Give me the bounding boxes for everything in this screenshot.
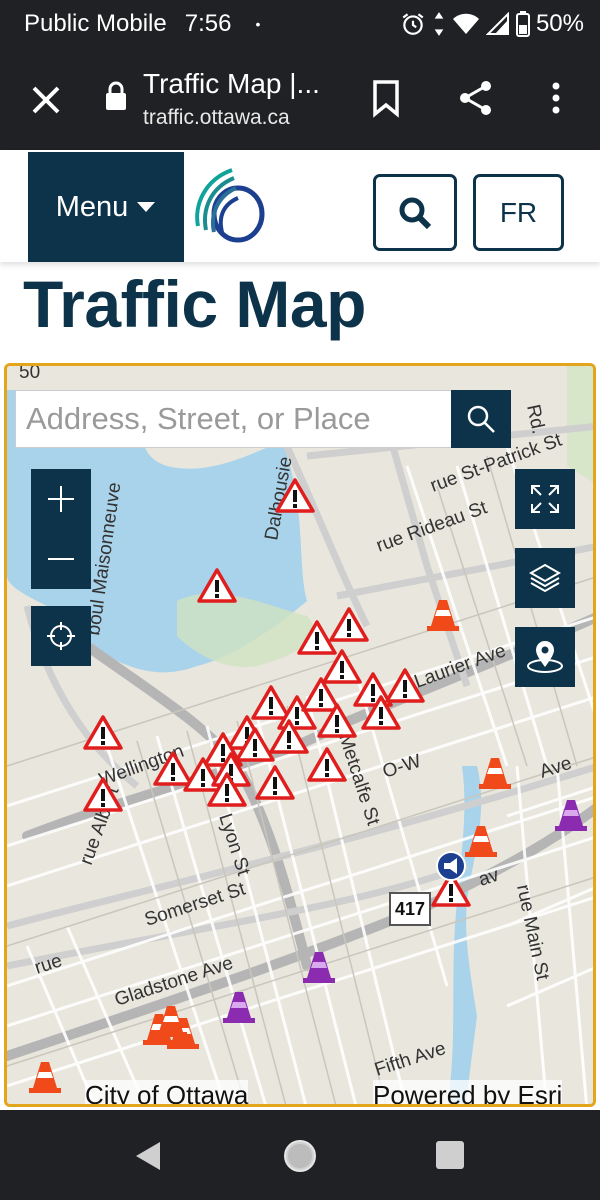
lock-icon[interactable] bbox=[104, 80, 128, 112]
expand-icon bbox=[531, 485, 559, 513]
city-of-ottawa-logo[interactable] bbox=[190, 166, 270, 248]
menu-label: Menu bbox=[55, 190, 129, 223]
site-header: Menu FR bbox=[0, 150, 600, 262]
caret-down-icon bbox=[137, 202, 156, 212]
warning-marker[interactable] bbox=[83, 715, 123, 750]
back-icon[interactable] bbox=[132, 1140, 164, 1172]
purple-cone-marker[interactable] bbox=[303, 952, 335, 983]
system-navigation-bar bbox=[0, 1110, 600, 1200]
fullscreen-button[interactable] bbox=[515, 469, 575, 529]
menu-button[interactable]: Menu bbox=[28, 152, 184, 262]
locate-me-button[interactable] bbox=[31, 606, 91, 666]
cell-signal-icon bbox=[485, 12, 509, 35]
warning-markers[interactable] bbox=[83, 478, 471, 907]
map-search-button[interactable] bbox=[451, 390, 511, 448]
battery-icon bbox=[515, 11, 530, 37]
wifi-icon bbox=[452, 13, 479, 34]
layers-icon bbox=[528, 563, 562, 593]
purple-cone-marker[interactable] bbox=[223, 992, 255, 1023]
url-text[interactable]: traffic.ottawa.ca bbox=[143, 106, 290, 130]
construction-cone-marker[interactable] bbox=[427, 600, 459, 631]
warning-marker[interactable] bbox=[307, 747, 347, 782]
location-pin-button[interactable] bbox=[515, 627, 575, 687]
battery-percent: 50% bbox=[535, 10, 584, 37]
warning-marker[interactable] bbox=[251, 685, 291, 720]
zoom-in-button[interactable] bbox=[31, 469, 91, 529]
construction-cone-marker[interactable] bbox=[479, 758, 511, 789]
map-attribution-esri[interactable]: Powered by Esri bbox=[373, 1080, 563, 1104]
map-pin-icon bbox=[527, 641, 563, 673]
close-tab-icon[interactable] bbox=[26, 80, 66, 120]
clock: 7:56 bbox=[184, 10, 232, 37]
warning-marker[interactable] bbox=[297, 620, 337, 655]
incident-markers[interactable] bbox=[7, 366, 596, 1107]
minus-icon bbox=[48, 558, 74, 560]
crosshair-icon bbox=[47, 622, 75, 650]
search-icon bbox=[467, 405, 495, 433]
purple-cone-marker[interactable] bbox=[555, 800, 587, 831]
layers-button[interactable] bbox=[515, 548, 575, 608]
home-icon[interactable] bbox=[282, 1138, 318, 1174]
traffic-map[interactable]: rue St-Patrick St rue Rideau St Laurier … bbox=[4, 363, 596, 1107]
notification-dot: • bbox=[255, 16, 261, 32]
map-attribution-city: City of Ottawa bbox=[85, 1080, 249, 1104]
announcement-marker[interactable] bbox=[436, 851, 466, 881]
warning-marker[interactable] bbox=[197, 568, 237, 603]
warning-marker[interactable] bbox=[153, 751, 193, 786]
site-search-button[interactable] bbox=[373, 174, 457, 251]
warning-marker[interactable] bbox=[385, 668, 425, 703]
construction-cone-markers[interactable] bbox=[29, 600, 587, 1093]
page-title: Traffic Map bbox=[23, 267, 366, 341]
alarm-icon bbox=[402, 13, 424, 35]
data-arrows-icon bbox=[434, 12, 444, 36]
warning-marker[interactable] bbox=[255, 765, 295, 800]
zoom-out-button[interactable] bbox=[31, 529, 91, 589]
plus-icon bbox=[48, 486, 74, 512]
warning-marker[interactable] bbox=[83, 777, 123, 812]
bookmark-icon[interactable] bbox=[368, 78, 404, 118]
carrier-name: Public Mobile bbox=[24, 10, 167, 37]
map-search-input[interactable]: Address, Street, or Place bbox=[15, 390, 453, 448]
construction-cone-marker[interactable] bbox=[465, 826, 497, 857]
warning-marker[interactable] bbox=[275, 478, 315, 513]
search-icon bbox=[399, 197, 432, 229]
construction-cone-marker[interactable] bbox=[29, 1062, 61, 1093]
share-icon[interactable] bbox=[456, 78, 496, 118]
language-toggle-button[interactable]: FR bbox=[473, 174, 564, 251]
tab-title[interactable]: Traffic Map |... bbox=[143, 68, 320, 100]
browser-toolbar: Traffic Map |... traffic.ottawa.ca bbox=[0, 48, 600, 150]
warning-marker[interactable] bbox=[329, 607, 369, 642]
recents-icon[interactable] bbox=[435, 1140, 465, 1170]
status-bar: Public Mobile 7:56 • 50% bbox=[0, 0, 600, 48]
more-options-icon[interactable] bbox=[546, 78, 566, 118]
warning-marker[interactable] bbox=[322, 649, 362, 684]
